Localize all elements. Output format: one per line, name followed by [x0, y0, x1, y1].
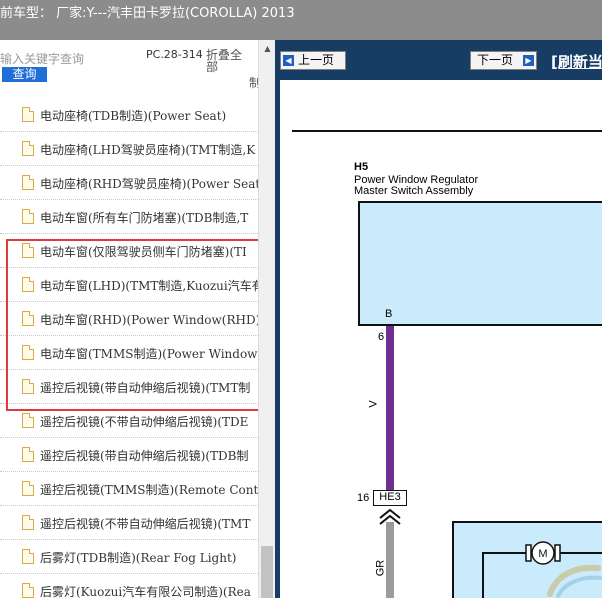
tree-item[interactable]: 后雾灯(TDB制造)(Rear Fog Light): [0, 540, 258, 574]
watermark-logo: [547, 564, 602, 598]
tree-item[interactable]: 电动车窗(LHD)(TMT制造,Kuozui汽车有: [0, 268, 258, 302]
tree-item-label: 遥控后视镜(带自动伸缩后视镜)(TDB制: [40, 449, 249, 463]
connector-id: H5: [354, 161, 369, 173]
page-rule: [292, 130, 602, 132]
tree-item[interactable]: 电动座椅(LHD驾驶员座椅)(TMT制造,K: [0, 132, 258, 166]
scroll-thumb[interactable]: [261, 546, 273, 598]
document-tree: 电动座椅(TDB制造)(Power Seat) 电动座椅(LHD驾驶员座椅)(TM…: [0, 98, 258, 598]
tree-item-label: 遥控后视镜(TMMS制造)(Remote Contr: [40, 483, 258, 497]
scroll-up-arrow-icon[interactable]: ▲: [259, 40, 276, 57]
tree-item-label: 电动车窗(RHD)(Power Window(RHD)): [40, 313, 258, 327]
query-button[interactable]: 查询: [2, 67, 47, 82]
tree-item[interactable]: 遥控后视镜(不带自动伸缩后视镜)(TDE: [0, 404, 258, 438]
master-switch-component-box: [358, 201, 602, 326]
collapse-all-link[interactable]: 折叠全部: [206, 49, 252, 73]
tree-item[interactable]: 电动车窗(所有车门防堵塞)(TDB制造,T: [0, 200, 258, 234]
document-icon: [22, 175, 34, 190]
refresh-link[interactable]: [刷新当: [551, 51, 602, 72]
next-page-button[interactable]: 下一页 ▶: [470, 51, 537, 70]
violet-wire-label: V: [367, 400, 380, 408]
document-icon: [22, 549, 34, 564]
window-title: 前车型： 厂家:Y---汽丰田卡罗拉(COROLLA) 2013: [0, 6, 295, 21]
motor-label: M: [538, 548, 547, 560]
prev-page-button[interactable]: ◀ 上一页: [280, 51, 346, 70]
prev-page-label: 上一页: [298, 53, 335, 67]
tree-item[interactable]: 电动座椅(TDB制造)(Power Seat): [0, 98, 258, 132]
tree-item-label: 后雾灯(Kuozui汽车有限公司制造)(Rea: [40, 585, 251, 598]
tree-item-label: 电动座椅(RHD驾驶员座椅)(Power Seat): [40, 177, 258, 191]
tree-item[interactable]: 电动车窗(仅限驾驶员侧车门防堵塞)(TI: [0, 234, 258, 268]
tree-item[interactable]: 电动车窗(RHD)(Power Window(RHD)): [0, 302, 258, 336]
search-area: 查询 PC.28-31498 折叠全部 制: [0, 40, 261, 90]
document-icon: [22, 447, 34, 462]
tree-item-label: 电动车窗(所有车门防堵塞)(TDB制造,T: [40, 211, 249, 225]
document-icon: [22, 345, 34, 360]
pin-letter: B: [385, 308, 393, 320]
document-icon: [22, 379, 34, 394]
sidebar: 查询 PC.28-31498 折叠全部 制 电动座椅(TDB制造)(Power …: [0, 40, 275, 598]
document-icon: [22, 277, 34, 292]
document-icon: [22, 209, 34, 224]
document-code: PC.28-31498: [146, 49, 202, 61]
component-name-line-2: Master Switch Assembly: [354, 185, 474, 197]
violet-wire: [386, 326, 394, 490]
tree-item-label: 遥控后视镜(不带自动伸缩后视镜)(TMT: [40, 517, 251, 531]
search-input[interactable]: [0, 49, 142, 69]
tree-item-label: 电动车窗(仅限驾驶员侧车门防堵塞)(TI: [40, 245, 247, 259]
tree-item-label: 遥控后视镜(不带自动伸缩后视镜)(TDE: [40, 415, 249, 429]
tree-item[interactable]: 后雾灯(Kuozui汽车有限公司制造)(Rea: [0, 574, 258, 598]
tree-item-label: 电动车窗(LHD)(TMT制造,Kuozui汽车有: [40, 279, 258, 293]
tree-item-label: 遥控后视镜(带自动伸缩后视镜)(TMT制: [40, 381, 251, 395]
document-icon: [22, 243, 34, 258]
document-viewer: ◀ 上一页 下一页 ▶ [刷新当 H5 Power Window Regulat…: [275, 40, 602, 598]
tree-item[interactable]: 遥控后视镜(TMMS制造)(Remote Contr: [0, 472, 258, 506]
wiring-diagram-page: H5 Power Window Regulator Master Switch …: [280, 80, 602, 598]
gray-wire: [386, 522, 394, 598]
tree-item[interactable]: 电动座椅(RHD驾驶员座椅)(Power Seat): [0, 166, 258, 200]
document-icon: [22, 481, 34, 496]
document-icon: [22, 107, 34, 122]
junction-pin-number: 16: [357, 492, 370, 504]
tree-item[interactable]: 遥控后视镜(带自动伸缩后视镜)(TMT制: [0, 370, 258, 404]
tree-item-label: 后雾灯(TDB制造)(Rear Fog Light): [40, 551, 237, 565]
pin-number: 6: [378, 331, 385, 343]
document-icon: [22, 515, 34, 530]
motor-circuit-drop: [482, 552, 484, 598]
document-icon: [22, 413, 34, 428]
viewer-toolbar: ◀ 上一页 下一页 ▶ [刷新当: [275, 40, 602, 80]
tree-item-label: 电动车窗(TMMS制造)(Power Window): [40, 347, 258, 361]
document-icon: [22, 141, 34, 156]
tree-item[interactable]: 遥控后视镜(带自动伸缩后视镜)(TDB制: [0, 438, 258, 472]
tree-item[interactable]: 遥控后视镜(不带自动伸缩后视镜)(TMT: [0, 506, 258, 540]
tree-item-label: 电动座椅(LHD驾驶员座椅)(TMT制造,K: [40, 143, 256, 157]
document-icon: [22, 311, 34, 326]
tree-item-label: 电动座椅(TDB制造)(Power Seat): [40, 109, 227, 123]
junction-connector-label: HE3: [373, 490, 407, 506]
arrow-left-icon: ◀: [283, 55, 294, 66]
sidebar-scrollbar[interactable]: ▲: [258, 40, 275, 598]
document-icon: [22, 583, 34, 598]
next-page-label: 下一页: [477, 53, 514, 67]
gray-wire-label: GR: [374, 559, 387, 577]
tree-item[interactable]: 电动车窗(TMMS制造)(Power Window): [0, 336, 258, 370]
arrow-right-icon: ▶: [523, 55, 534, 66]
window-title-bar: 前车型： 厂家:Y---汽丰田卡罗拉(COROLLA) 2013: [0, 0, 602, 40]
